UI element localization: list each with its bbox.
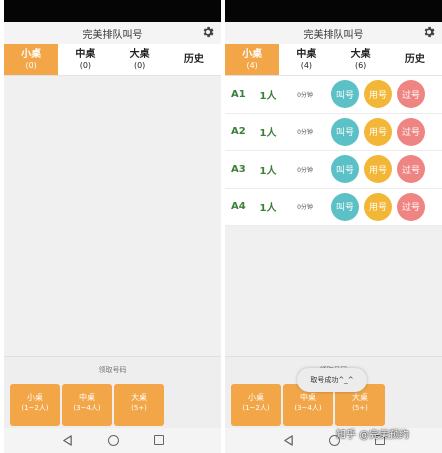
button-range: (1~2人) <box>242 404 270 412</box>
tab-count: (0) <box>25 61 37 70</box>
status-bar <box>225 0 442 22</box>
button-title: 小桌 <box>27 393 43 402</box>
tab-large-table[interactable]: 大桌 (6) <box>334 44 388 75</box>
party-size: 1人 <box>259 90 277 102</box>
table-size-tabs: 小桌 (0) 中桌 (0) 大桌 (0) 历史 <box>4 44 221 76</box>
queue-row: A4 1人 0分钟 叫号 用号 过号 <box>225 189 442 226</box>
take-number-panel: 领取号码 小桌 (1~2人) 中桌 (3~4人) 大桌 (5+) <box>4 356 221 428</box>
button-title: 中桌 <box>300 393 316 402</box>
call-button[interactable]: 叫号 <box>331 80 359 109</box>
wait-time: 0分钟 <box>297 204 313 212</box>
tab-count: (6) <box>354 61 367 70</box>
take-number-label: 领取号码 <box>98 366 127 374</box>
pass-button[interactable]: 过号 <box>397 117 425 146</box>
tab-count: (0) <box>133 61 146 70</box>
use-button[interactable]: 用号 <box>364 192 392 221</box>
call-button[interactable]: 叫号 <box>331 192 359 221</box>
app-title: 完美排队叫号 <box>82 30 143 41</box>
gear-icon[interactable] <box>201 25 215 39</box>
tab-count: (0) <box>79 61 92 70</box>
tab-history[interactable]: 历史 <box>388 44 442 75</box>
gear-icon[interactable] <box>422 25 436 39</box>
queue-list: A1 1人 0分钟 叫号 用号 过号 A2 1人 0分钟 叫号 用号 过号 A3… <box>225 76 442 226</box>
button-title: 中桌 <box>79 393 95 402</box>
queue-row: A3 1人 0分钟 叫号 用号 过号 <box>225 151 442 189</box>
use-button[interactable]: 用号 <box>364 155 392 184</box>
button-range: (1~2人) <box>21 404 49 412</box>
ticket-number: A4 <box>231 201 246 213</box>
wait-time: 0分钟 <box>297 91 313 99</box>
button-range: (5+) <box>352 404 368 412</box>
watermark: 知乎 @完美预约 <box>336 430 410 441</box>
recent-square-icon[interactable] <box>154 435 164 445</box>
pass-button[interactable]: 过号 <box>397 192 425 221</box>
back-triangle-icon[interactable] <box>62 435 73 446</box>
button-title: 大桌 <box>131 393 147 402</box>
tab-label: 大桌 <box>129 49 150 60</box>
back-triangle-icon[interactable] <box>283 435 294 446</box>
system-nav-bar <box>4 428 221 453</box>
tab-label: 历史 <box>183 54 204 65</box>
tab-medium-table[interactable]: 中桌 (0) <box>58 44 112 75</box>
party-size: 1人 <box>259 128 277 140</box>
tab-large-table[interactable]: 大桌 (0) <box>113 44 167 75</box>
success-toast: 取号成功^_^ <box>297 368 367 392</box>
pass-button[interactable]: 过号 <box>397 155 425 184</box>
tab-count: (4) <box>300 61 313 70</box>
table-size-tabs: 小桌 (4) 中桌 (4) 大桌 (6) 历史 <box>225 44 442 76</box>
tab-small-table[interactable]: 小桌 (0) <box>4 44 59 75</box>
app-header: 完美排队叫号 <box>225 22 442 44</box>
tab-label: 中桌 <box>296 49 317 60</box>
tab-count: (4) <box>246 61 258 70</box>
button-range: (5+) <box>131 404 147 412</box>
party-size: 1人 <box>259 165 277 177</box>
ticket-number: A3 <box>231 163 246 175</box>
status-bar <box>4 0 221 22</box>
app-header: 完美排队叫号 <box>4 22 221 44</box>
tab-label: 小桌 <box>21 49 42 60</box>
right-phone-screen: 完美排队叫号 小桌 (4) 中桌 (4) 大桌 (6) 历史 A1 1人 0分钟… <box>225 0 442 453</box>
button-range: (3~4人) <box>294 404 322 412</box>
use-button[interactable]: 用号 <box>364 80 392 109</box>
tab-small-table[interactable]: 小桌 (4) <box>225 44 280 75</box>
ticket-number: A2 <box>231 126 246 138</box>
wait-time: 0分钟 <box>297 129 313 137</box>
tab-label: 小桌 <box>242 49 263 60</box>
queue-row: A1 1人 0分钟 叫号 用号 过号 <box>225 76 442 114</box>
tab-label: 中桌 <box>75 49 96 60</box>
take-number-panel: 领取号码 小桌 (1~2人) 中桌 (3~4人) 大桌 (5+) <box>225 356 442 428</box>
take-medium-table-button[interactable]: 中桌 (3~4人) <box>62 384 112 426</box>
take-small-table-button[interactable]: 小桌 (1~2人) <box>231 384 281 426</box>
call-button[interactable]: 叫号 <box>331 117 359 146</box>
app-title: 完美排队叫号 <box>303 30 364 41</box>
call-button[interactable]: 叫号 <box>331 155 359 184</box>
button-title: 小桌 <box>248 393 264 402</box>
tab-label: 大桌 <box>350 49 371 60</box>
tab-label: 历史 <box>404 54 425 65</box>
empty-queue-area <box>4 76 221 356</box>
home-circle-icon[interactable] <box>108 435 119 446</box>
tab-medium-table[interactable]: 中桌 (4) <box>279 44 333 75</box>
pass-button[interactable]: 过号 <box>397 80 425 109</box>
queue-area: A1 1人 0分钟 叫号 用号 过号 A2 1人 0分钟 叫号 用号 过号 A3… <box>225 76 442 356</box>
take-large-table-button[interactable]: 大桌 (5+) <box>114 384 164 426</box>
button-title: 大桌 <box>352 393 368 402</box>
button-range: (3~4人) <box>73 404 101 412</box>
left-phone-screen: 完美排队叫号 小桌 (0) 中桌 (0) 大桌 (0) 历史 领取号码 小桌 (… <box>4 0 221 453</box>
tab-history[interactable]: 历史 <box>167 44 221 75</box>
party-size: 1人 <box>259 203 277 215</box>
use-button[interactable]: 用号 <box>364 117 392 146</box>
wait-time: 0分钟 <box>297 166 313 174</box>
queue-row: A2 1人 0分钟 叫号 用号 过号 <box>225 114 442 151</box>
ticket-number: A1 <box>231 88 246 100</box>
system-nav-bar <box>225 428 442 453</box>
take-small-table-button[interactable]: 小桌 (1~2人) <box>10 384 60 426</box>
